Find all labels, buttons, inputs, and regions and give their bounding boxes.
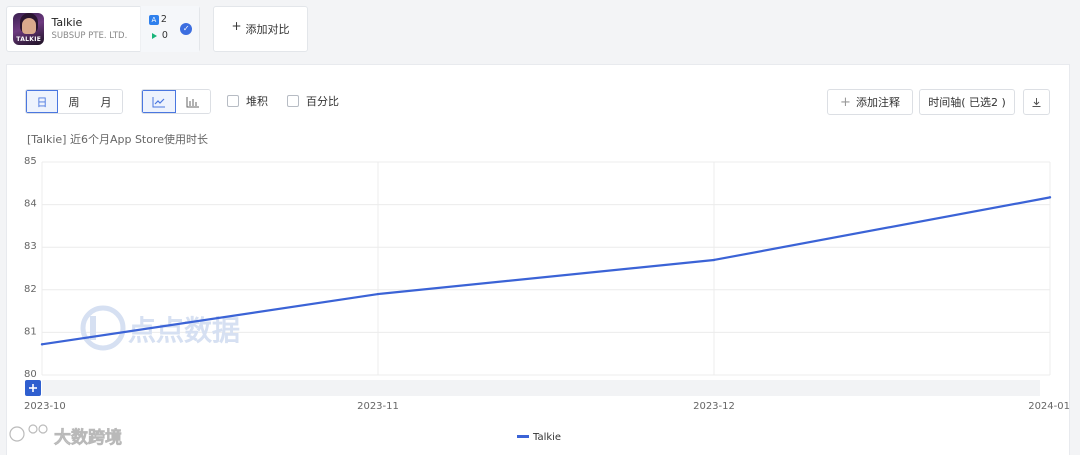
y-tick-label: 81 (24, 326, 37, 337)
legend[interactable]: Talkie (517, 432, 561, 443)
series-line-talkie[interactable] (41, 196, 1051, 346)
legend-swatch (517, 435, 529, 438)
range-slider-track[interactable] (42, 380, 1040, 396)
x-tick-label: 2023-12 (693, 401, 735, 412)
x-axis: 2023-10 2023-11 2023-12 2024-01 (24, 401, 1070, 412)
legend-item-talkie: Talkie (532, 432, 561, 443)
watermark: 点点数据 (80, 305, 240, 351)
watermark-text: 点点数据 (128, 314, 240, 347)
y-tick-label: 83 (24, 241, 37, 252)
range-expand-button[interactable] (25, 380, 41, 396)
y-tick-label: 85 (24, 156, 37, 167)
y-axis: 80 81 82 83 84 85 (24, 156, 37, 380)
y-tick-label: 84 (24, 199, 37, 210)
data-point[interactable] (376, 292, 380, 296)
x-tick-label: 2024-01 (1028, 401, 1070, 412)
line-chart: 80 81 82 83 84 85 2023-10 2023-11 2023-12 2024-0… (9, 156, 1070, 448)
y-tick-label: 80 (24, 369, 37, 380)
corner-watermark: 大数跨境 (9, 424, 122, 448)
data-point[interactable] (712, 258, 716, 262)
data-point[interactable] (1048, 196, 1052, 199)
x-tick-label: 2023-11 (357, 401, 399, 412)
data-point[interactable] (40, 343, 44, 346)
x-tick-label: 2023-10 (24, 401, 66, 412)
y-tick-label: 82 (24, 284, 37, 295)
corner-watermark-text: 大数跨境 (54, 427, 122, 448)
